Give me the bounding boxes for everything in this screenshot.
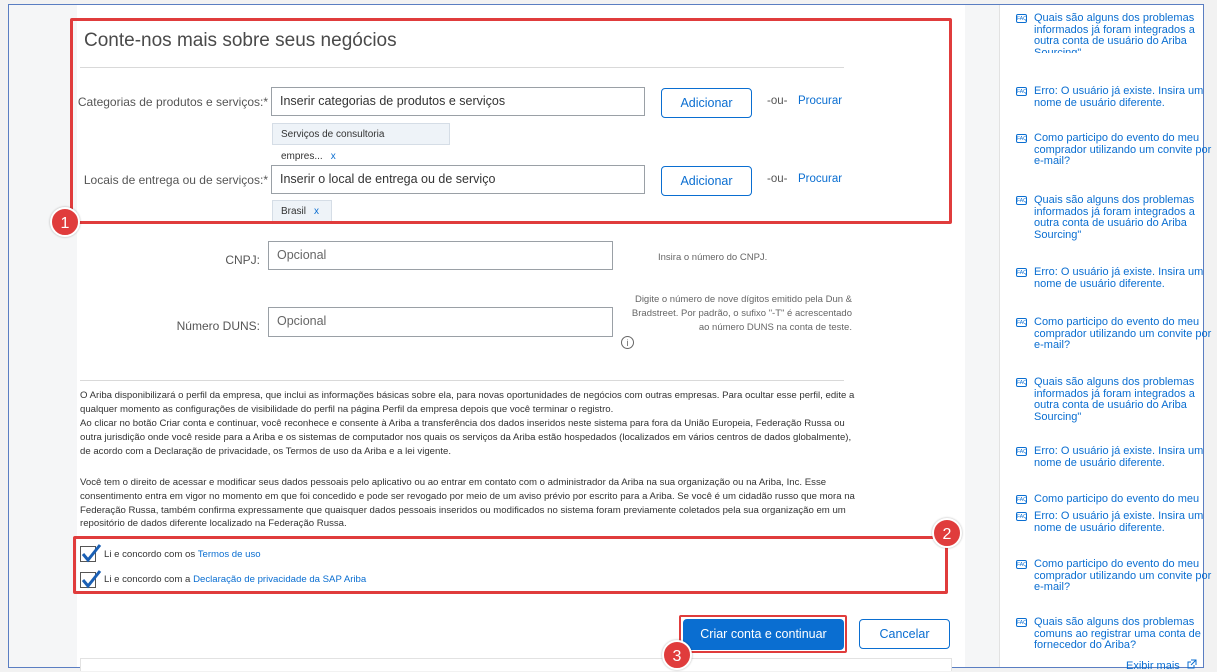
faq-icon: FAQ xyxy=(1016,495,1028,504)
duns-label: Número DUNS: xyxy=(176,319,260,333)
data-rights-text: Você tem o direito de acessar e modifica… xyxy=(80,477,855,530)
cnpj-label: CNPJ: xyxy=(225,253,260,267)
annotation-badge-2: 2 xyxy=(932,518,962,548)
info-icon[interactable]: i xyxy=(621,336,634,349)
faq-icon: FAQ xyxy=(1016,87,1028,96)
faq-icon: FAQ xyxy=(1016,560,1028,569)
duns-input[interactable]: Opcional xyxy=(268,307,613,337)
cnpj-help: Insira o número do CNPJ. xyxy=(658,252,768,263)
profile-visibility-text: O Ariba disponibilizará o perfil da empr… xyxy=(80,390,855,415)
show-more-label: Exibir mais xyxy=(1126,660,1180,672)
cnpj-input[interactable]: Opcional xyxy=(268,241,613,270)
faq-icon: FAQ xyxy=(1016,378,1028,387)
data-transfer-text: Ao clicar no botão Criar conta e continu… xyxy=(80,418,852,457)
external-link-icon xyxy=(1187,659,1197,669)
faq-icon: FAQ xyxy=(1016,447,1028,456)
faq-link[interactable]: FAQ Quais são alguns dos problemas inform… xyxy=(1016,13,1202,53)
annotation-badge-1: 1 xyxy=(50,207,80,237)
divider xyxy=(80,380,844,381)
annotation-box-1 xyxy=(70,18,952,224)
faq-icon: FAQ xyxy=(1016,196,1028,205)
next-section xyxy=(80,658,952,671)
faq-icon: FAQ xyxy=(1016,318,1028,327)
faq-icon: FAQ xyxy=(1016,512,1028,521)
faq-icon: FAQ xyxy=(1016,268,1028,277)
faq-icon: FAQ xyxy=(1016,618,1028,627)
annotation-box-2 xyxy=(73,536,948,594)
faq-link[interactable]: FAQ Quais são alguns dos problemas comuns… xyxy=(1016,617,1202,652)
show-more-link[interactable]: Exibir mais xyxy=(1126,659,1197,672)
annotation-badge-3: 3 xyxy=(662,640,692,670)
faq-icon: FAQ xyxy=(1016,134,1028,143)
duns-help: Digite o número de nove dígitos emitido … xyxy=(631,294,852,333)
faq-icon: FAQ xyxy=(1016,14,1028,23)
cancel-button[interactable]: Cancelar xyxy=(859,619,950,649)
annotation-box-3 xyxy=(679,615,847,653)
